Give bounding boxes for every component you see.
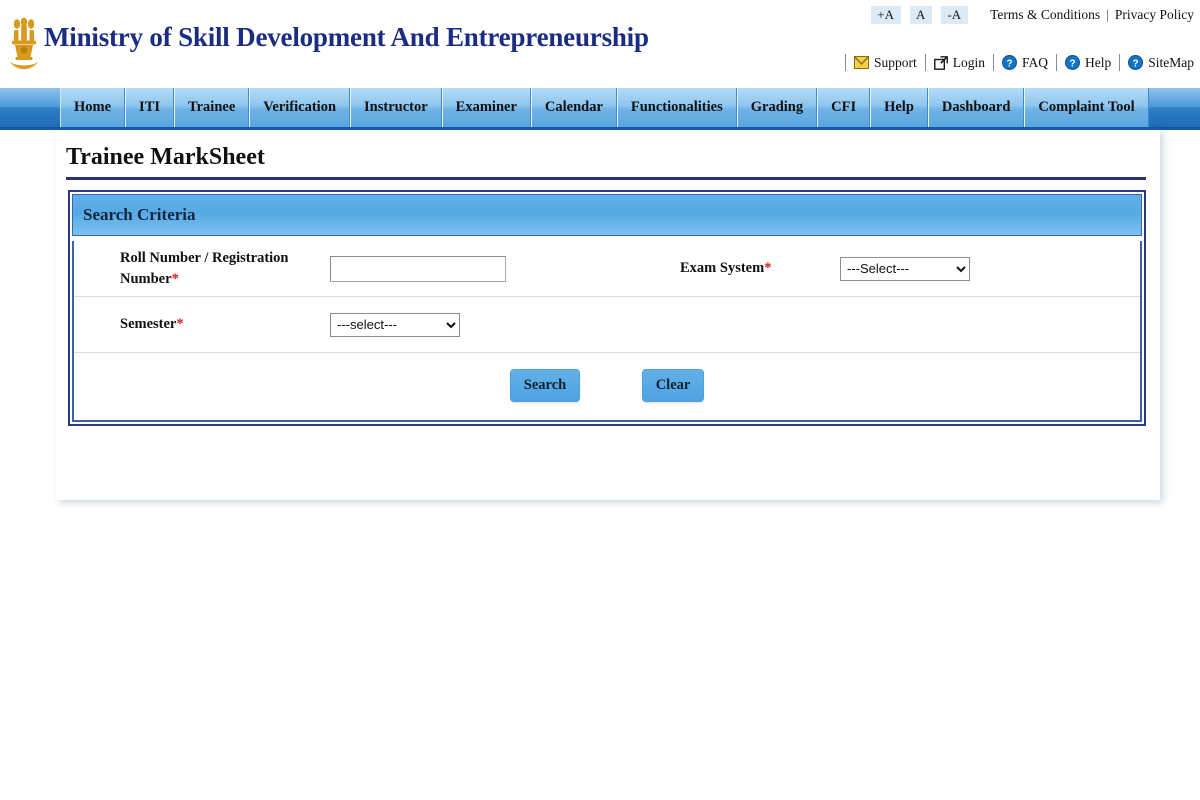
divider	[844, 54, 846, 71]
search-button[interactable]: Search	[510, 369, 580, 402]
nav-item-trainee[interactable]: Trainee	[174, 88, 250, 127]
search-criteria-header: Search Criteria	[73, 195, 1141, 235]
svg-text:?: ?	[1069, 58, 1075, 69]
site-title: Ministry of Skill Development And Entrep…	[44, 22, 649, 52]
semester-field-cell: ---select---	[330, 312, 680, 337]
india-state-emblem-icon	[6, 12, 42, 78]
site-header: Ministry of Skill Development And Entrep…	[0, 0, 1200, 88]
nav-item-calendar[interactable]: Calendar	[530, 88, 617, 127]
exam-system-label: Exam System*	[680, 258, 840, 279]
content-panel: Trainee MarkSheet Search Criteria Roll N…	[56, 130, 1160, 500]
nav-item-instructor[interactable]: Instructor	[350, 88, 442, 127]
question-circle-icon: ?	[1128, 55, 1144, 70]
clear-button[interactable]: Clear	[642, 369, 704, 402]
required-asterisk: *	[176, 316, 184, 332]
nav-item-functionalities[interactable]: Functionalities	[616, 88, 737, 127]
external-link-icon	[933, 55, 948, 70]
nav-item-cfi[interactable]: CFI	[817, 88, 871, 127]
default-font-button[interactable]: A	[910, 6, 933, 24]
divider	[924, 54, 926, 71]
main-navigation: Home ITI Trainee Verification Instructor…	[0, 88, 1200, 130]
svg-text:?: ?	[1006, 58, 1012, 69]
nav-item-examiner[interactable]: Examiner	[441, 88, 531, 127]
nav-item-grading[interactable]: Grading	[736, 88, 818, 127]
roll-number-label: Roll Number / Registration Number*	[74, 248, 330, 290]
terms-and-conditions-link[interactable]: Terms & Conditions	[990, 7, 1100, 23]
sitemap-link[interactable]: ? SiteMap	[1128, 55, 1194, 71]
roll-number-label-line1: Roll Number / Registration	[120, 249, 289, 266]
link-separator: |	[1106, 7, 1109, 22]
page-title: Trainee MarkSheet	[66, 144, 265, 170]
exam-system-field-cell: ---Select---	[840, 256, 1140, 281]
action-buttons: Search Clear	[74, 353, 1140, 420]
search-criteria-panel: Search Criteria Roll Number / Registrati…	[68, 190, 1146, 426]
font-size-controls: +A A -A	[871, 6, 969, 24]
header-top-utilities: +A A -A Terms & Conditions | Privacy Pol…	[871, 6, 1194, 24]
divider	[992, 54, 994, 71]
nav-item-help[interactable]: Help	[870, 88, 928, 127]
semester-label: Semester*	[74, 314, 330, 335]
help-label: Help	[1085, 54, 1112, 70]
faq-label: FAQ	[1021, 54, 1048, 70]
required-asterisk: *	[171, 270, 179, 287]
nav-item-home[interactable]: Home	[60, 88, 126, 127]
nav-item-dashboard[interactable]: Dashboard	[927, 88, 1025, 127]
faq-link[interactable]: ? FAQ	[1001, 54, 1048, 71]
roll-number-field-cell	[330, 255, 680, 282]
title-divider	[66, 177, 1146, 180]
semester-label-text: Semester	[120, 316, 177, 332]
help-link[interactable]: ? Help	[1065, 55, 1111, 71]
divider	[1119, 54, 1121, 71]
header-utility-links: Support Login ? FAQ ? Help ? SiteMap	[837, 54, 1194, 71]
exam-system-select[interactable]: ---Select---	[840, 256, 970, 281]
svg-text:?: ?	[1133, 58, 1139, 69]
divider	[1056, 54, 1057, 71]
nav-item-complaint-tool[interactable]: Complaint Tool	[1024, 88, 1149, 127]
nav-item-iti[interactable]: ITI	[125, 88, 175, 127]
search-criteria-panel-inner: Search Criteria	[72, 194, 1142, 236]
form-row-semester: Semester* ---select---	[74, 297, 1140, 353]
question-circle-icon: ?	[1065, 55, 1080, 70]
support-link[interactable]: Support	[853, 54, 917, 71]
semester-select[interactable]: ---select---	[330, 312, 460, 337]
support-label: Support	[873, 54, 917, 70]
increase-font-button[interactable]: +A	[871, 6, 901, 24]
search-criteria-body: Roll Number / Registration Number* Exam …	[72, 241, 1142, 422]
required-asterisk: *	[764, 260, 772, 276]
nav-item-verification[interactable]: Verification	[249, 88, 351, 127]
decrease-font-button[interactable]: -A	[941, 6, 969, 24]
roll-number-input[interactable]	[330, 255, 506, 282]
roll-number-label-line2: Number	[120, 270, 172, 287]
privacy-policy-link[interactable]: Privacy Policy	[1115, 7, 1194, 23]
login-label: Login	[952, 54, 985, 70]
exam-system-label-text: Exam System	[680, 260, 765, 276]
question-circle-icon: ?	[1001, 55, 1017, 70]
login-link[interactable]: Login	[933, 54, 985, 71]
support-envelope-icon	[853, 56, 869, 69]
sitemap-label: SiteMap	[1148, 54, 1194, 70]
form-row-roll-exam: Roll Number / Registration Number* Exam …	[74, 241, 1140, 297]
